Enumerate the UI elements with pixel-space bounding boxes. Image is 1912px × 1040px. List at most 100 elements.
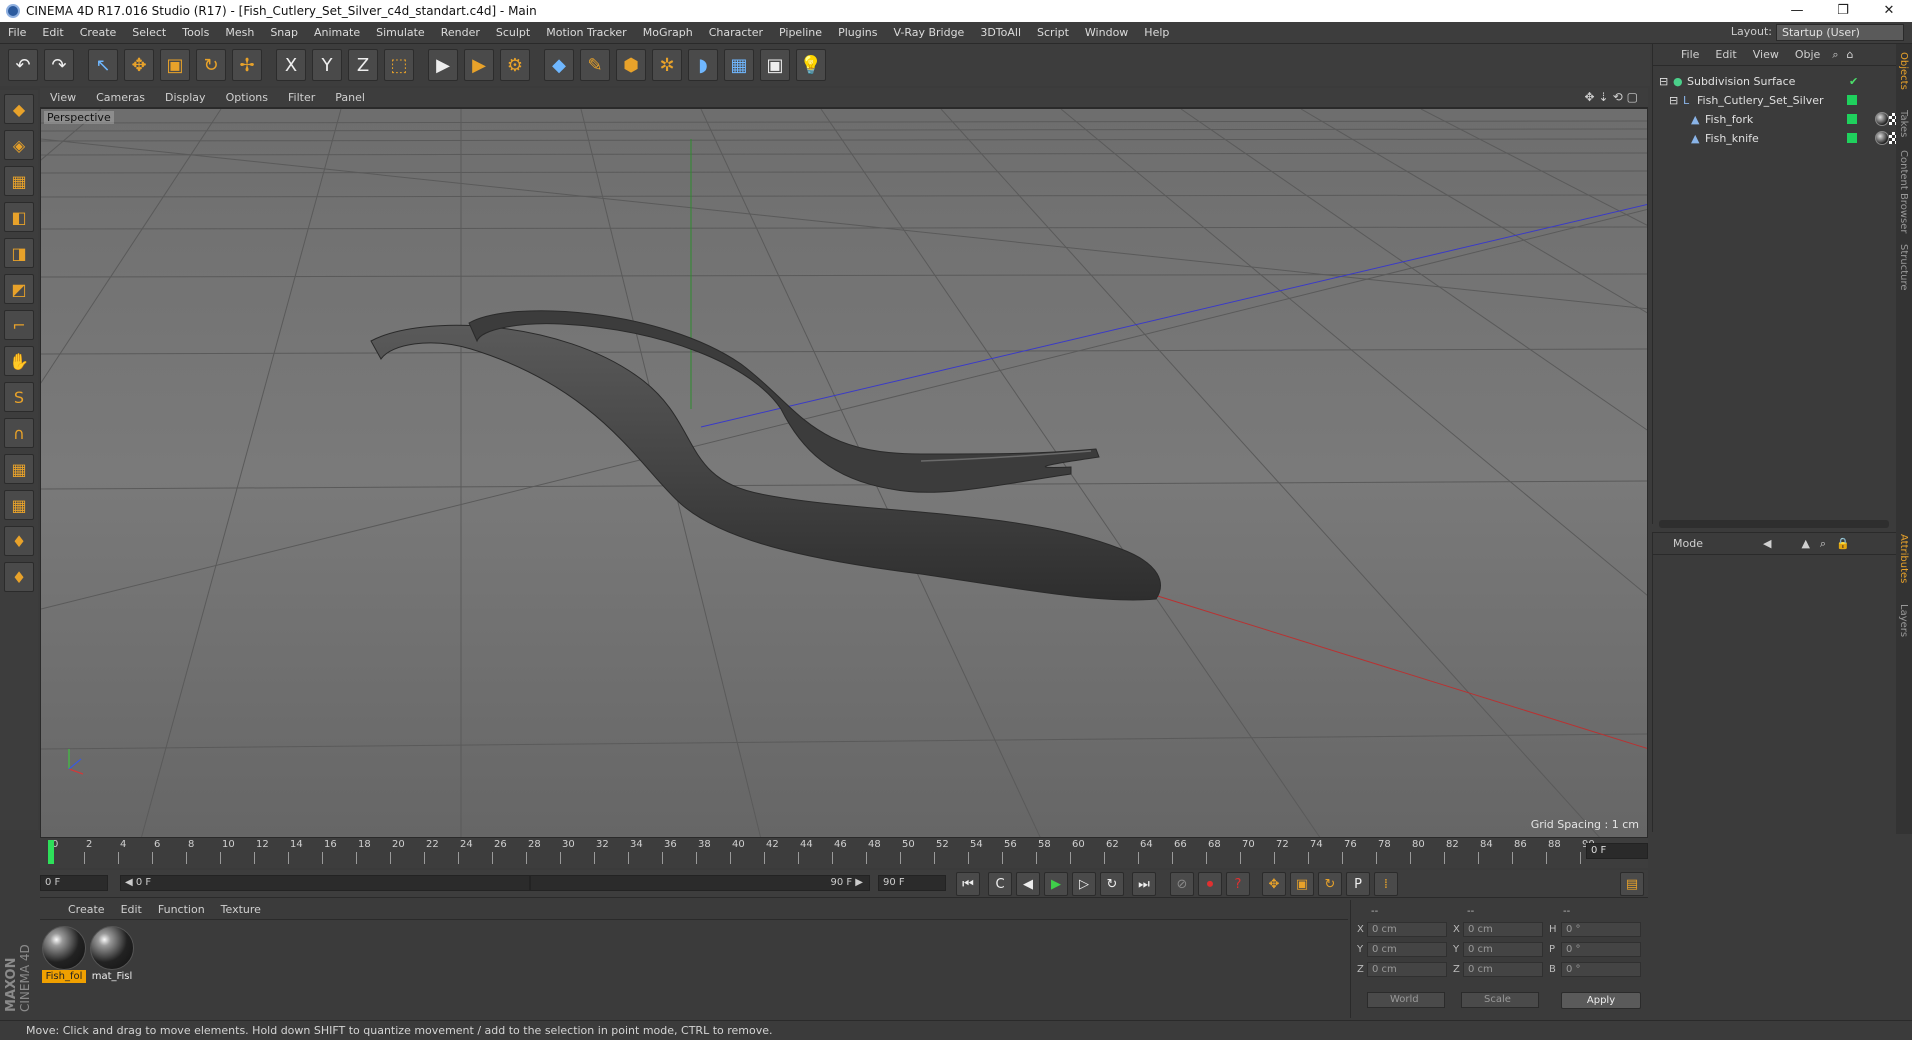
menu-render[interactable]: Render — [433, 26, 488, 39]
size-y-field[interactable]: 0 cm — [1463, 942, 1543, 957]
minimize-button[interactable]: — — [1774, 0, 1820, 22]
menu-file[interactable]: File — [0, 26, 34, 39]
viewport-menu-cameras[interactable]: Cameras — [86, 91, 155, 104]
subdivision-nurbs-button[interactable]: ⬢ — [616, 49, 646, 81]
attr-mode-menu[interactable]: Mode — [1673, 537, 1703, 550]
transform-tool[interactable]: ✢ — [232, 49, 262, 81]
tab-layers[interactable]: Layers — [1898, 604, 1909, 637]
material-swatch-fish-knife[interactable]: mat_Fisl — [90, 926, 134, 984]
python-script-2-button[interactable]: ♦ — [4, 562, 34, 592]
cube-primitive-button[interactable]: ◆ — [544, 49, 574, 81]
rotation-b-field[interactable]: 0 ° — [1561, 962, 1641, 977]
current-frame-field[interactable]: 0 F — [1586, 843, 1648, 859]
perspective-viewport[interactable]: Perspective Grid Spacing : 1 cm — [40, 108, 1648, 838]
tab-attributes[interactable]: Attributes — [1898, 534, 1909, 583]
material-tag-icon[interactable] — [1875, 112, 1889, 126]
edges-mode-button[interactable]: ◨ — [4, 238, 34, 268]
object-row-fish-cutlery-set[interactable]: ⊟ L Fish_Cutlery_Set_Silver — [1653, 91, 1897, 110]
om-search-icon[interactable]: ⌕ — [1828, 48, 1842, 62]
lock-icon[interactable]: 🔒 — [1836, 537, 1850, 550]
camera-button[interactable]: ▣ — [760, 49, 790, 81]
live-selection-tool[interactable]: ↖ — [88, 49, 118, 81]
python-script-1-button[interactable]: ♦ — [4, 526, 34, 556]
prev-keyframe-button[interactable]: C — [988, 872, 1012, 896]
menu-tools[interactable]: Tools — [174, 26, 217, 39]
scale-tool[interactable]: ▣ — [160, 49, 190, 81]
start-frame-field[interactable]: 0 F — [40, 875, 108, 891]
tab-content-browser[interactable]: Content Browser — [1898, 150, 1909, 233]
tab-structure[interactable]: Structure — [1898, 244, 1909, 291]
rotation-h-field[interactable]: 0 ° — [1561, 922, 1641, 937]
light-button[interactable]: 💡 — [796, 49, 826, 81]
key-rotation-icon[interactable]: ↻ — [1318, 872, 1342, 896]
play-button[interactable]: ▶ — [1044, 872, 1068, 896]
mm-menu-edit[interactable]: Edit — [113, 903, 150, 916]
render-view-button[interactable]: ▶ — [428, 49, 458, 81]
layer-color-tag[interactable] — [1847, 95, 1857, 105]
viewport-menu-display[interactable]: Display — [155, 91, 216, 104]
model-mode-button[interactable]: ◈ — [4, 130, 34, 160]
deformer-button[interactable]: ◗ — [688, 49, 718, 81]
move-tool[interactable]: ✥ — [124, 49, 154, 81]
key-pla-icon[interactable]: ⁞ — [1374, 872, 1398, 896]
menu-help[interactable]: Help — [1136, 26, 1177, 39]
key-scale-icon[interactable]: ▣ — [1290, 872, 1314, 896]
end-frame-field[interactable]: 90 F — [878, 875, 946, 891]
menu-window[interactable]: Window — [1077, 26, 1136, 39]
menu-animate[interactable]: Animate — [306, 26, 368, 39]
menu-vray-bridge[interactable]: V-Ray Bridge — [885, 26, 972, 39]
axis-mode-button[interactable]: ⌐ — [4, 310, 34, 340]
render-picture-viewer-button[interactable]: ▶ — [464, 49, 494, 81]
expand-icon[interactable]: ⊟ — [1669, 94, 1678, 107]
render-settings-button[interactable]: ⚙ — [500, 49, 530, 81]
next-frame-button[interactable]: ▷ — [1072, 872, 1096, 896]
mm-menu-function[interactable]: Function — [150, 903, 213, 916]
goto-end-button[interactable]: ⏭ — [1132, 872, 1156, 896]
menu-script[interactable]: Script — [1029, 26, 1077, 39]
om-menu-file[interactable]: File — [1673, 48, 1707, 61]
menu-pipeline[interactable]: Pipeline — [771, 26, 830, 39]
attr-search-icon[interactable]: ⌕ — [1820, 537, 1826, 551]
rotation-p-field[interactable]: 0 ° — [1561, 942, 1641, 957]
size-x-field[interactable]: 0 cm — [1463, 922, 1543, 937]
close-button[interactable]: ✕ — [1866, 0, 1912, 22]
viewport-menu-options[interactable]: Options — [216, 91, 278, 104]
om-home-icon[interactable]: ⌂ — [1842, 48, 1857, 61]
material-tag-icon[interactable] — [1875, 131, 1889, 145]
viewport-menu-filter[interactable]: Filter — [278, 91, 325, 104]
tab-objects[interactable]: Objects — [1898, 52, 1909, 90]
layout-dropdown[interactable]: Startup (User) — [1776, 24, 1904, 41]
position-z-field[interactable]: 0 cm — [1367, 962, 1447, 977]
object-row-fish-fork[interactable]: ▲ Fish_fork — [1653, 110, 1901, 129]
edit-check-icon[interactable]: ✔ — [1849, 75, 1858, 88]
pen-spline-button[interactable]: ✎ — [580, 49, 610, 81]
range-start-slider[interactable]: ◀ 0 F — [120, 875, 530, 891]
apply-button[interactable]: Apply — [1561, 992, 1641, 1009]
snap-button[interactable]: ∩ — [4, 418, 34, 448]
tweak-mode-button[interactable]: ✋ — [4, 346, 34, 376]
coordinate-system-button[interactable]: ⬚ — [384, 49, 414, 81]
menu-motion-tracker[interactable]: Motion Tracker — [538, 26, 634, 39]
texture-mode-button[interactable]: ▦ — [4, 166, 34, 196]
playhead[interactable] — [48, 840, 54, 864]
undo-button[interactable]: ↶ — [8, 49, 38, 81]
points-mode-button[interactable]: ◧ — [4, 202, 34, 232]
key-position-icon[interactable]: ✥ — [1262, 872, 1286, 896]
y-axis-lock-button[interactable]: Y — [312, 49, 342, 81]
make-editable-button[interactable]: ◆ — [4, 94, 34, 124]
viewport-menu-view[interactable]: View — [40, 91, 86, 104]
menu-mesh[interactable]: Mesh — [217, 26, 262, 39]
object-row-subdivision-surface[interactable]: ⊟ ● Subdivision Surface ✔ — [1653, 72, 1897, 91]
menu-simulate[interactable]: Simulate — [368, 26, 433, 39]
timeline-ticks[interactable]: 0 2 4 6 8 10 12 14 16 18 20 22 24 26 28 30 32 34 36 38 40 42 4… — [48, 838, 1595, 866]
redo-button[interactable]: ↷ — [44, 49, 74, 81]
workplane-button[interactable]: ▦ — [4, 490, 34, 520]
next-keyframe-button[interactable]: ↻ — [1100, 872, 1124, 896]
menu-sculpt[interactable]: Sculpt — [488, 26, 538, 39]
menu-3dtoall[interactable]: 3DToAll — [972, 26, 1029, 39]
object-manager-scrollbar[interactable] — [1659, 520, 1889, 528]
coord-size-mode-dropdown[interactable]: Scale — [1461, 992, 1539, 1008]
key-parameter-icon[interactable]: P — [1346, 872, 1370, 896]
workplane-lock-button[interactable]: ▦ — [4, 454, 34, 484]
range-end-slider[interactable]: 90 F ▶ — [530, 875, 870, 891]
